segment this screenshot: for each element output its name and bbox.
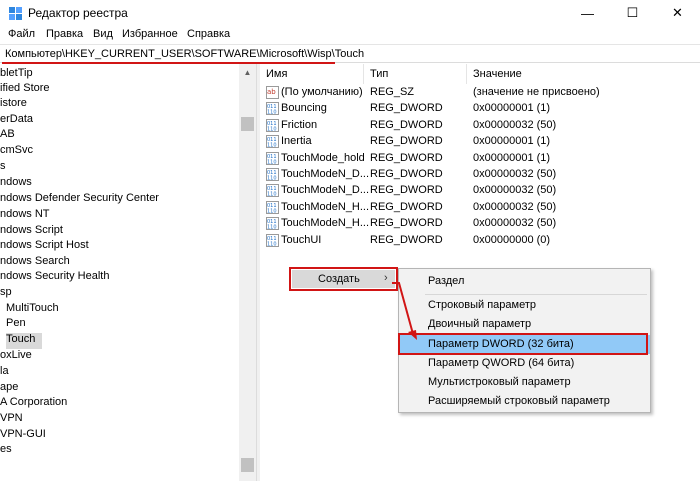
annotation-arrow-icon bbox=[392, 282, 417, 340]
